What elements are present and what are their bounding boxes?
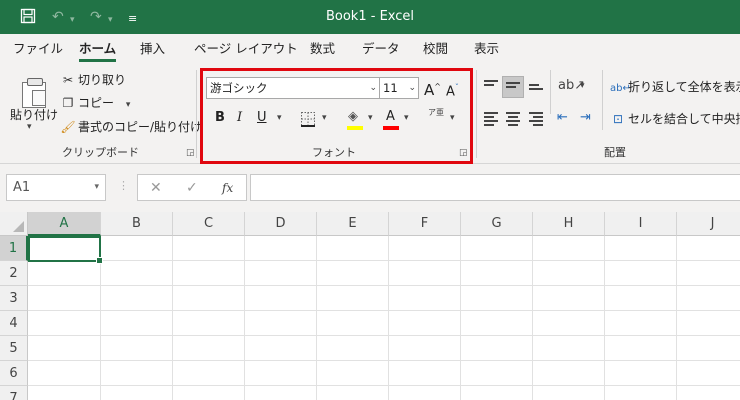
paste-button[interactable]: 貼り付け ▾ [6, 68, 58, 138]
gridline-horizontal [28, 360, 740, 361]
tab-view[interactable]: 表示 [474, 41, 499, 57]
row-header-6[interactable]: 6 [0, 361, 28, 386]
paste-icon [22, 78, 48, 108]
right-align-icon[interactable] [529, 112, 543, 128]
decrease-indent-icon[interactable]: ⇤ [557, 110, 568, 125]
clipboard-launcher-icon[interactable]: ◲ [186, 148, 195, 158]
paste-dropdown-icon: ▾ [27, 122, 32, 132]
middle-align-icon [506, 82, 520, 90]
row-header-1[interactable]: 1 [0, 236, 28, 261]
tab-file[interactable]: ファイル [13, 41, 63, 57]
column-header-c[interactable]: C [173, 212, 245, 236]
gridline-horizontal [28, 285, 740, 286]
tab-page-layout[interactable]: ページ レイアウト [194, 41, 298, 57]
tab-review[interactable]: 校閲 [423, 41, 448, 57]
copy-button[interactable]: ❐ コピー ▾ [60, 95, 131, 113]
row-header-4[interactable]: 4 [0, 311, 28, 336]
column-header-b[interactable]: B [101, 212, 173, 236]
gridline-horizontal [28, 260, 740, 261]
divider [476, 70, 477, 158]
row-header-5[interactable]: 5 [0, 336, 28, 361]
font-group-highlight [200, 68, 473, 164]
scissors-icon: ✂ [62, 73, 74, 87]
alignment-group-label: 配置 [604, 146, 626, 159]
gridline-horizontal [28, 385, 740, 386]
formula-bar: A1 ▾ ⋮ ✕ ✓ fx [0, 164, 740, 212]
select-all-button[interactable] [0, 212, 28, 236]
bottom-align-icon[interactable] [529, 84, 543, 92]
column-header-h[interactable]: H [533, 212, 605, 236]
column-header-g[interactable]: G [461, 212, 533, 236]
name-box[interactable]: A1 ▾ [6, 174, 106, 201]
column-header-d[interactable]: D [245, 212, 317, 236]
paste-label: 貼り付け [10, 108, 59, 122]
increase-indent-icon[interactable]: ⇥ [580, 110, 591, 125]
worksheet-grid: ABCDEFGHIJ 1234567 [0, 212, 740, 400]
cancel-icon[interactable]: ✕ [150, 179, 162, 197]
cut-button[interactable]: ✂ 切り取り [60, 72, 126, 88]
row-header-2[interactable]: 2 [0, 261, 28, 286]
center-align-icon[interactable] [506, 112, 520, 128]
format-painter-button[interactable]: 🖌 書式のコピー/貼り付け [60, 119, 202, 135]
active-cell[interactable] [28, 236, 103, 264]
gridline-horizontal [28, 310, 740, 311]
divider [602, 70, 603, 130]
clipboard-group-label: クリップボード [62, 146, 139, 159]
merge-icon: ⊡ [612, 112, 624, 126]
tab-insert[interactable]: 挿入 [140, 41, 165, 57]
orientation-dropdown-icon[interactable]: ▾ [580, 81, 585, 91]
column-header-f[interactable]: F [389, 212, 461, 236]
format-painter-icon: 🖌 [60, 120, 76, 134]
column-header-j[interactable]: J [677, 212, 740, 236]
row-header-7[interactable]: 7 [0, 386, 28, 400]
row-header-3[interactable]: 3 [0, 286, 28, 311]
chevron-down-icon: ▾ [94, 182, 99, 192]
merge-center-button[interactable]: ⊡セルを結合して中央揃え [610, 111, 740, 127]
formula-input[interactable] [250, 174, 740, 201]
column-header-e[interactable]: E [317, 212, 389, 236]
tab-home[interactable]: ホーム [79, 41, 117, 62]
divider [550, 70, 551, 114]
copy-icon: ❐ [62, 96, 74, 110]
title-bar: ↶ ▾ ↷ ▾ ≡ Book1 - Excel [0, 0, 740, 34]
wrap-text-button[interactable]: ab↵折り返して全体を表示す [610, 79, 740, 97]
window-title: Book1 - Excel [325, 9, 415, 24]
tab-data[interactable]: データ [362, 41, 400, 57]
gridline-horizontal [28, 335, 740, 336]
column-header-i[interactable]: I [605, 212, 677, 236]
insert-function-icon[interactable]: fx [222, 179, 233, 197]
tab-formulas[interactable]: 数式 [310, 41, 335, 57]
grip-icon: ⋮ [118, 179, 129, 192]
ribbon-tabs: ファイル ホーム 挿入 ページ レイアウト 数式 データ 校閲 表示 [0, 34, 740, 64]
copy-dropdown-icon: ▾ [125, 100, 131, 110]
divider [196, 70, 197, 158]
enter-icon[interactable]: ✓ [186, 179, 198, 197]
column-header-a[interactable]: A [28, 212, 101, 236]
formula-buttons: ✕ ✓ fx [137, 174, 247, 201]
left-align-icon[interactable] [484, 112, 498, 128]
top-align-icon[interactable] [484, 80, 498, 92]
wrap-text-icon: ab↵ [610, 83, 631, 94]
